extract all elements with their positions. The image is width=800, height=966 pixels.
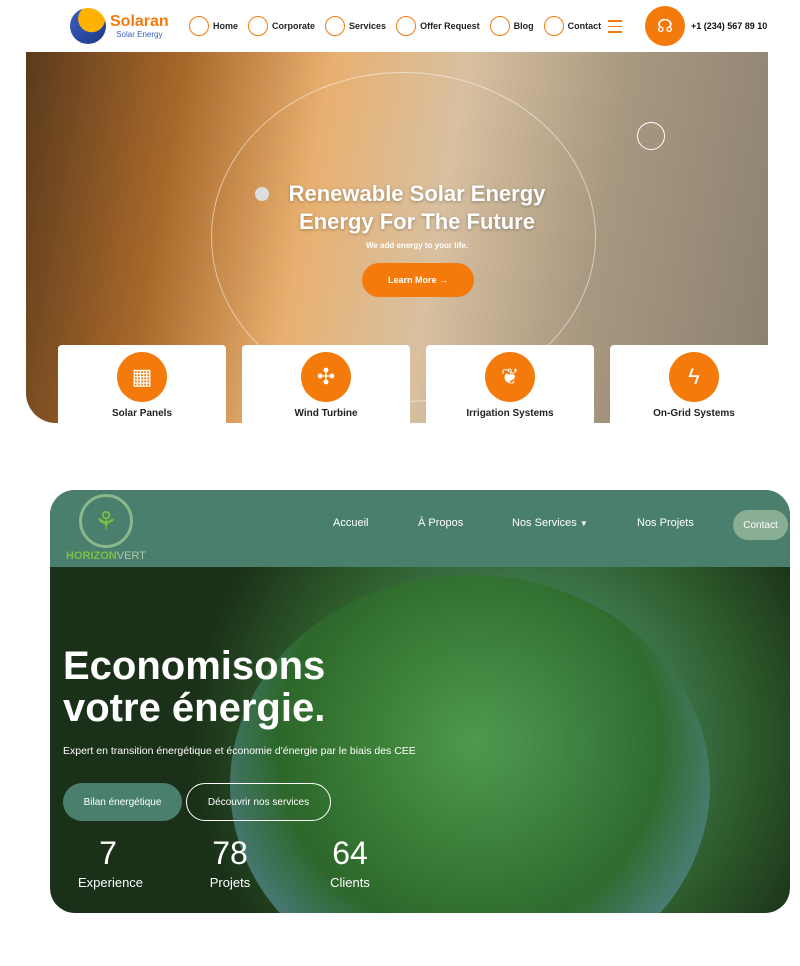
nav-offer-request[interactable]: Offer Request: [396, 16, 480, 36]
irrigation-icon: ❦: [485, 352, 535, 402]
nav-label: Blog: [513, 21, 534, 31]
contact-button[interactable]: Contact: [733, 510, 788, 540]
nav-label: Home: [213, 21, 239, 31]
hero-title: Renewable Solar Energy Energy For The Fut…: [26, 180, 768, 236]
nav-corporate[interactable]: Corporate: [248, 16, 315, 36]
nav-nos-services[interactable]: Nos Services ▼: [512, 517, 588, 529]
hamburger-menu-icon[interactable]: [608, 20, 622, 37]
solaran-navbar: Solaran Solar Energy Home Corporate Servi…: [26, 0, 768, 52]
hero-title-line: votre énergie.: [63, 686, 326, 730]
nav-label: Corporate: [272, 21, 316, 31]
service-card-solar-panels[interactable]: ▦ Solar Panels: [58, 345, 226, 423]
service-card-on-grid[interactable]: ϟ On-Grid Systems: [610, 345, 768, 423]
circle-icon: [543, 16, 564, 36]
nav-label: Nos Services: [512, 517, 577, 529]
headset-icon: ☊: [645, 6, 685, 46]
nav-label: Offer Request: [420, 21, 480, 31]
solar-panel-icon: ▦: [117, 352, 167, 402]
solaran-website: Renewable Solar Energy Energy For The Fut…: [26, 0, 768, 423]
nav-blog[interactable]: Blog: [489, 16, 534, 36]
circle-icon: [325, 16, 346, 36]
service-card-wind-turbine[interactable]: ✣ Wind Turbine: [242, 345, 410, 423]
circle-icon: [189, 16, 209, 36]
stat-label: Projets: [209, 875, 251, 890]
hero-title-line: Energy For The Future: [299, 209, 535, 234]
brand-name-2: VERT: [116, 550, 146, 562]
horizon-vert-website: ⚘ HORIZONVERT Accueil À Propos Nos Servi…: [50, 490, 790, 913]
stat-clients: 64 Clients: [320, 835, 380, 890]
service-label: On-Grid Systems: [653, 408, 735, 419]
decorative-ring: [637, 122, 665, 150]
stat-label: Experience: [78, 875, 144, 890]
circle-icon: [248, 16, 269, 36]
hero-subtitle: We add energy to your life.: [365, 241, 469, 250]
stat-number: 7: [99, 835, 117, 871]
leaf-plug-icon: ⚘: [78, 494, 133, 548]
hero-title-line: Renewable Solar Energy: [288, 181, 546, 206]
solaran-logo[interactable]: Solaran Solar Energy: [70, 8, 169, 44]
stat-projets: 78 Projets: [200, 835, 260, 890]
nav-nos-projets[interactable]: Nos Projets: [637, 517, 694, 529]
nav-label: Services: [349, 21, 387, 31]
glass-globe-image: [230, 575, 710, 913]
discover-services-button[interactable]: Découvrir nos services: [186, 783, 331, 821]
stat-label: Clients: [330, 875, 370, 890]
stat-number: 64: [332, 835, 368, 871]
nav-services[interactable]: Services: [325, 16, 386, 36]
brand-name: Solaran: [110, 12, 169, 30]
learn-more-button[interactable]: Learn More →: [362, 263, 474, 297]
hero-title-line: Economisons: [63, 644, 326, 688]
main-menu: Home Corporate Services Offer Request Bl…: [189, 16, 601, 36]
hero-subtitle: Expert en transition énergétique et écon…: [63, 745, 416, 757]
nav-contact[interactable]: Contact: [543, 16, 602, 36]
bilan-energetique-button[interactable]: Bilan énergétique: [63, 783, 182, 821]
service-label: Irrigation Systems: [466, 408, 554, 419]
hero-title: Economisons votre énergie.: [63, 645, 325, 729]
nav-home[interactable]: Home: [189, 16, 238, 36]
on-grid-icon: ϟ: [669, 352, 719, 402]
brand-name: HORIZON: [66, 550, 117, 562]
nav-accueil[interactable]: Accueil: [333, 517, 368, 529]
circle-icon: [489, 16, 510, 36]
sun-panel-icon: [70, 8, 106, 44]
service-card-irrigation[interactable]: ❦ Irrigation Systems: [426, 345, 594, 423]
phone-number[interactable]: +1 (234) 567 89 10: [691, 21, 767, 31]
hero-image: Renewable Solar Energy Energy For The Fut…: [26, 52, 768, 423]
nav-label: Contact: [567, 21, 602, 31]
caret-down-icon: ▼: [579, 519, 588, 528]
service-label: Wind Turbine: [294, 408, 358, 419]
stat-number: 78: [212, 835, 248, 871]
wind-turbine-icon: ✣: [301, 352, 351, 402]
horizon-navbar: ⚘ HORIZONVERT Accueil À Propos Nos Servi…: [50, 490, 790, 567]
stat-experience: 7 Experience: [78, 835, 144, 890]
service-label: Solar Panels: [111, 408, 173, 419]
brand-sub: Solar Energy: [116, 29, 163, 39]
nav-a-propos[interactable]: À Propos: [418, 517, 463, 529]
horizon-logo[interactable]: ⚘ HORIZONVERT: [66, 494, 146, 562]
circle-icon: [396, 16, 417, 36]
